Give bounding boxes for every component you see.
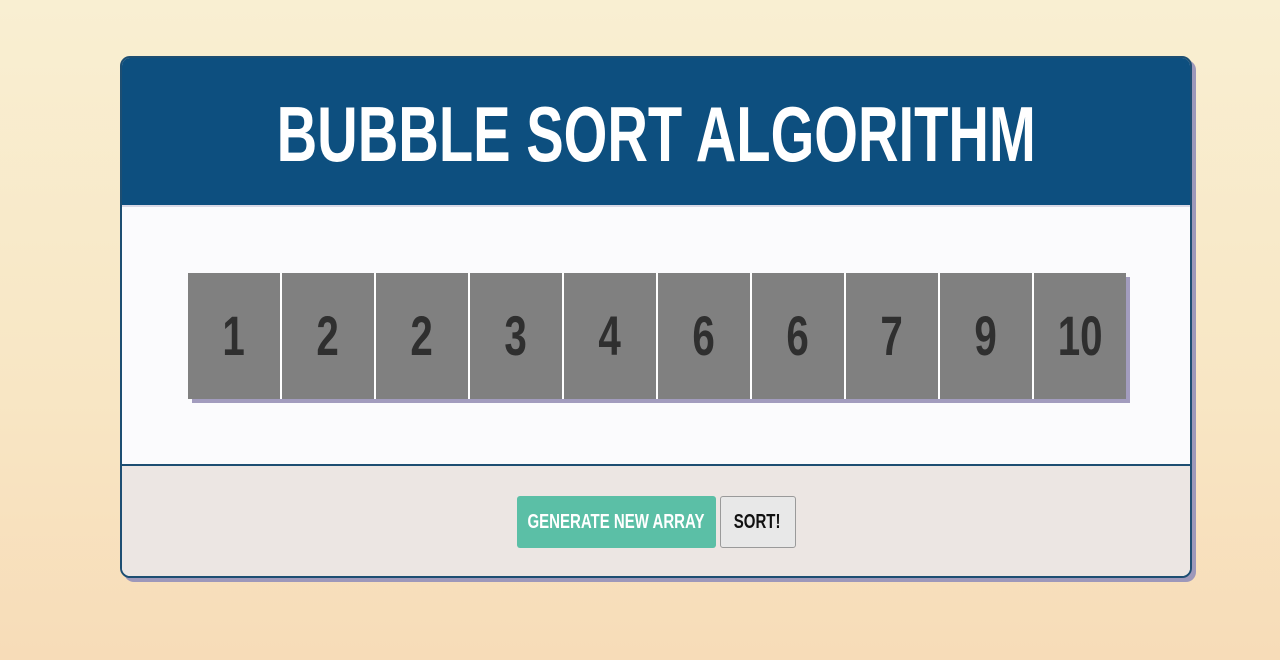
header: BUBBLE SORT ALGORITHM (122, 58, 1190, 207)
array-bar-value: 1 (222, 304, 246, 367)
array-bar-value: 10 (1057, 304, 1103, 367)
array-bar-value: 7 (880, 304, 904, 367)
array-bar-value: 6 (786, 304, 810, 367)
array-bar-value: 9 (974, 304, 998, 367)
array-bar: 6 (658, 273, 752, 399)
array-bar-value: 2 (410, 304, 434, 367)
page-title: BUBBLE SORT ALGORITHM (276, 89, 1036, 178)
array-bar: 6 (752, 273, 846, 399)
array-bar-value: 4 (598, 304, 622, 367)
array-bar: 3 (470, 273, 564, 399)
array-bar: 2 (376, 273, 470, 399)
generate-new-array-button[interactable]: GENERATE NEW ARRAY (516, 496, 716, 548)
array-stage: 1 2 2 3 4 6 6 7 9 10 (122, 207, 1190, 464)
array-bar: 4 (564, 273, 658, 399)
controls-footer: GENERATE NEW ARRAY SORT! (122, 464, 1190, 576)
sort-label: SORT! (734, 510, 781, 533)
array-bar: 2 (282, 273, 376, 399)
array-bar-value: 3 (504, 304, 528, 367)
sort-visualizer-card: BUBBLE SORT ALGORITHM 1 2 2 3 4 6 6 7 9 … (120, 56, 1192, 578)
generate-new-array-label: GENERATE NEW ARRAY (527, 510, 705, 533)
array-bar-value: 2 (316, 304, 340, 367)
array-bar-value: 6 (692, 304, 716, 367)
array-bars: 1 2 2 3 4 6 6 7 9 10 (188, 273, 1126, 399)
array-bar: 9 (940, 273, 1034, 399)
array-bar: 7 (846, 273, 940, 399)
array-bar: 1 (188, 273, 282, 399)
sort-button[interactable]: SORT! (719, 496, 796, 548)
array-bar: 10 (1034, 273, 1126, 399)
